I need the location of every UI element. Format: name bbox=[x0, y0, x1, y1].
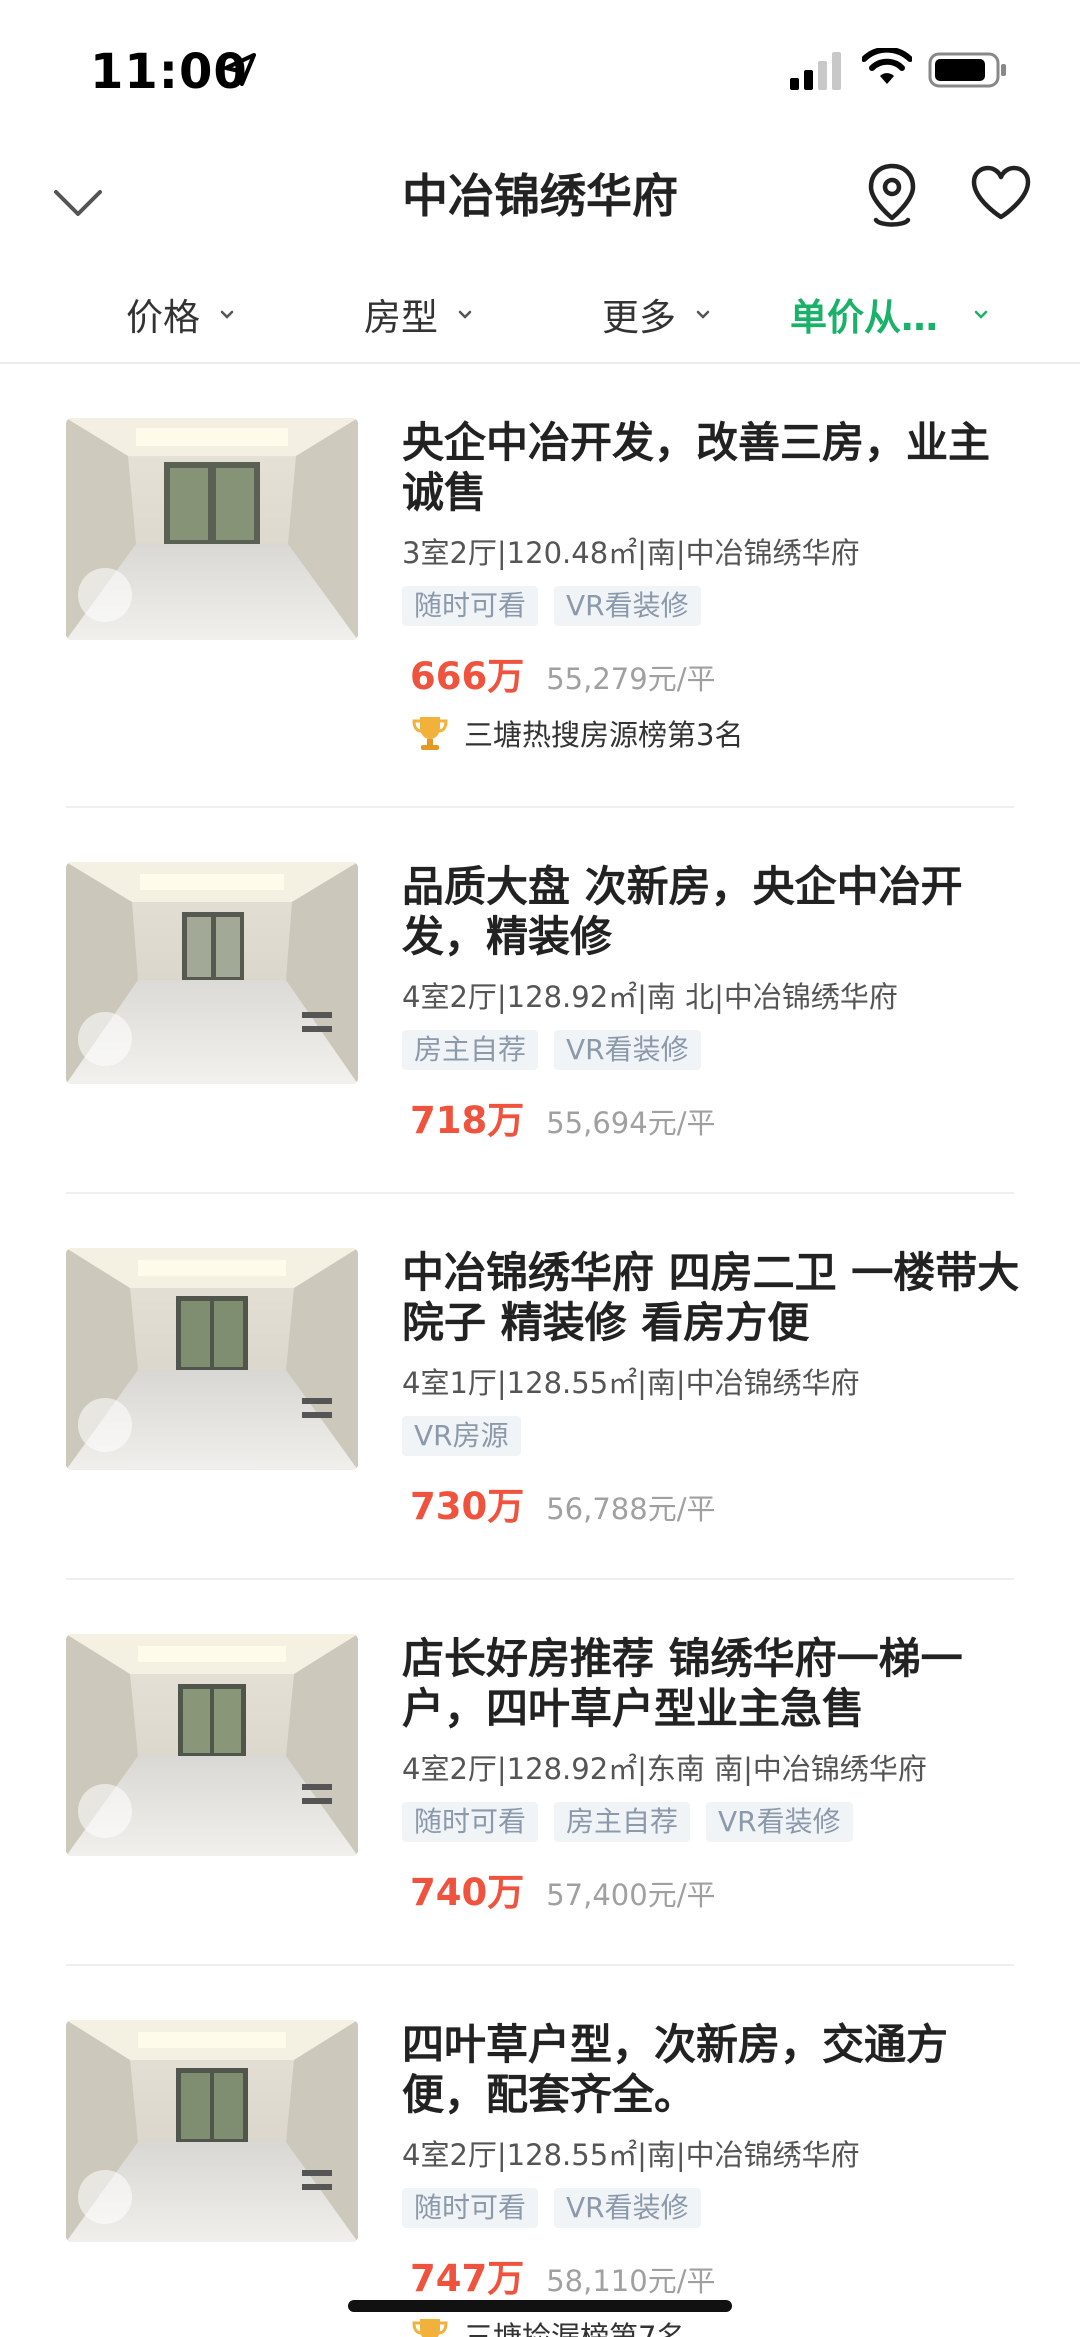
vr-badge-icon bbox=[78, 1784, 132, 1838]
rank-row: 三塘热搜房源榜第3名 bbox=[410, 712, 743, 754]
listing-item[interactable]: 四叶草户型，次新房，交通方便，配套齐全。 4室2厅|128.55㎡|南|中冶锦绣… bbox=[66, 2020, 1014, 2337]
divider bbox=[66, 806, 1014, 808]
home-indicator[interactable] bbox=[348, 2300, 732, 2312]
page: 11:00 中冶锦绣华府 价格 房型 更多 单价从… 央企中冶开发，改善三房，业… bbox=[0, 0, 1080, 2337]
total-price: 740万 bbox=[410, 1871, 525, 1914]
price-row: 730万 56,788元/平 bbox=[410, 1476, 715, 1530]
total-price: 666万 bbox=[410, 655, 525, 698]
total-price: 747万 bbox=[410, 2257, 525, 2300]
listing-photo bbox=[66, 418, 358, 640]
caret-down-icon bbox=[458, 310, 472, 319]
listing-meta: 4室2厅|128.92㎡|东南 南|中冶锦绣华府 bbox=[402, 1752, 927, 1786]
filter-label: 单价从… bbox=[790, 296, 938, 339]
caret-down-icon bbox=[974, 310, 988, 319]
listing-tag: 随时可看 bbox=[402, 586, 539, 626]
filter-label: 更多 bbox=[602, 296, 676, 339]
heart-icon[interactable] bbox=[970, 164, 1032, 222]
filter-more[interactable]: 更多 bbox=[602, 286, 712, 342]
nav-header: 中冶锦绣华府 bbox=[0, 140, 1080, 260]
unit-price: 57,400元/平 bbox=[546, 1878, 716, 1912]
listing-photo bbox=[66, 862, 358, 1084]
listing-title: 品质大盘 次新房，央企中冶开发，精装修 bbox=[402, 862, 963, 961]
rank-row: 三塘捡漏榜第7名 bbox=[410, 2314, 685, 2337]
map-pin-icon[interactable] bbox=[864, 162, 920, 228]
listing-tag: 房主自荐 bbox=[402, 1030, 539, 1070]
trophy-icon bbox=[412, 717, 448, 750]
filter-label: 价格 bbox=[126, 296, 200, 339]
caret-down-icon bbox=[220, 310, 234, 319]
listing-tags: VR房源 bbox=[402, 1416, 521, 1456]
status-bar: 11:00 bbox=[0, 0, 1080, 140]
listing-tag: VR看装修 bbox=[554, 586, 701, 626]
rank-text: 三塘捡漏榜第7名 bbox=[464, 2320, 686, 2337]
listing-meta: 4室1厅|128.55㎡|南|中冶锦绣华府 bbox=[402, 1366, 860, 1400]
listing-tag: VR房源 bbox=[402, 1416, 521, 1456]
filter-label: 房型 bbox=[364, 296, 438, 339]
divider bbox=[66, 1964, 1014, 1966]
caret-down-icon bbox=[696, 310, 710, 319]
battery-icon bbox=[928, 52, 1006, 88]
listing-item[interactable]: 中冶锦绣华府 四房二卫 一楼带大院子 精装修 看房方便 4室1厅|128.55㎡… bbox=[66, 1248, 1019, 1538]
listing-photo bbox=[66, 1634, 358, 1856]
listing-tag: VR看装修 bbox=[554, 1030, 701, 1070]
filter-sort-unit-price[interactable]: 单价从… bbox=[790, 286, 990, 342]
filter-bar: 价格 房型 更多 单价从… bbox=[0, 272, 1080, 364]
filter-layout[interactable]: 房型 bbox=[364, 286, 474, 342]
listing-meta: 4室2厅|128.92㎡|南 北|中冶锦绣华府 bbox=[402, 980, 898, 1014]
filter-price[interactable]: 价格 bbox=[126, 286, 236, 342]
total-price: 718万 bbox=[410, 1099, 525, 1142]
listing-photo bbox=[66, 1248, 358, 1470]
rank-text: 三塘热搜房源榜第3名 bbox=[464, 718, 744, 752]
listing-title: 四叶草户型，次新房，交通方便，配套齐全。 bbox=[402, 2020, 949, 2119]
listing-item[interactable]: 央企中冶开发，改善三房，业主诚售 3室2厅|120.48㎡|南|中冶锦绣华府 随… bbox=[66, 418, 1014, 758]
vr-badge-icon bbox=[78, 2170, 132, 2224]
listing-title: 央企中冶开发，改善三房，业主诚售 bbox=[402, 418, 991, 517]
price-row: 718万 55,694元/平 bbox=[410, 1090, 715, 1144]
listing-meta: 4室2厅|128.55㎡|南|中冶锦绣华府 bbox=[402, 2138, 860, 2172]
listing-tags: 随时可看 VR看装修 bbox=[402, 586, 701, 626]
vr-badge-icon bbox=[78, 1012, 132, 1066]
listing-photo bbox=[66, 2020, 358, 2242]
total-price: 730万 bbox=[410, 1485, 525, 1528]
divider bbox=[66, 1578, 1014, 1580]
vr-badge-icon bbox=[78, 1398, 132, 1452]
listing-meta: 3室2厅|120.48㎡|南|中冶锦绣华府 bbox=[402, 536, 860, 570]
vr-badge-icon bbox=[78, 568, 132, 622]
price-row: 666万 55,279元/平 bbox=[410, 646, 715, 700]
wifi-icon bbox=[862, 48, 912, 84]
listing-tag: VR看装修 bbox=[554, 2188, 701, 2228]
divider bbox=[66, 1192, 1014, 1194]
trophy-icon bbox=[412, 2319, 448, 2337]
unit-price: 55,694元/平 bbox=[546, 1106, 716, 1140]
listing-tag: 房主自荐 bbox=[554, 1802, 691, 1842]
price-row: 740万 57,400元/平 bbox=[410, 1862, 715, 1916]
listing-tags: 随时可看 VR看装修 bbox=[402, 2188, 701, 2228]
unit-price: 58,110元/平 bbox=[546, 2264, 716, 2298]
unit-price: 56,788元/平 bbox=[546, 1492, 716, 1526]
listing-item[interactable]: 品质大盘 次新房，央企中冶开发，精装修 4室2厅|128.92㎡|南 北|中冶锦… bbox=[66, 862, 1014, 1152]
listing-title: 店长好房推荐 锦绣华府一梯一户，四叶草户型业主急售 bbox=[402, 1634, 963, 1733]
cellular-signal-icon bbox=[790, 52, 841, 90]
listing-tag: VR看装修 bbox=[706, 1802, 853, 1842]
listing-title: 中冶锦绣华府 四房二卫 一楼带大院子 精装修 看房方便 bbox=[402, 1248, 1020, 1347]
listing-tag: 随时可看 bbox=[402, 1802, 539, 1842]
listing-item[interactable]: 店长好房推荐 锦绣华府一梯一户，四叶草户型业主急售 4室2厅|128.92㎡|东… bbox=[66, 1634, 1014, 1924]
unit-price: 55,279元/平 bbox=[546, 662, 716, 696]
price-row: 747万 58,110元/平 bbox=[410, 2248, 715, 2302]
listing-tags: 随时可看 房主自荐 VR看装修 bbox=[402, 1802, 853, 1842]
listing-tags: 房主自荐 VR看装修 bbox=[402, 1030, 701, 1070]
listing-tag: 随时可看 bbox=[402, 2188, 539, 2228]
location-arrow-icon bbox=[224, 53, 256, 86]
